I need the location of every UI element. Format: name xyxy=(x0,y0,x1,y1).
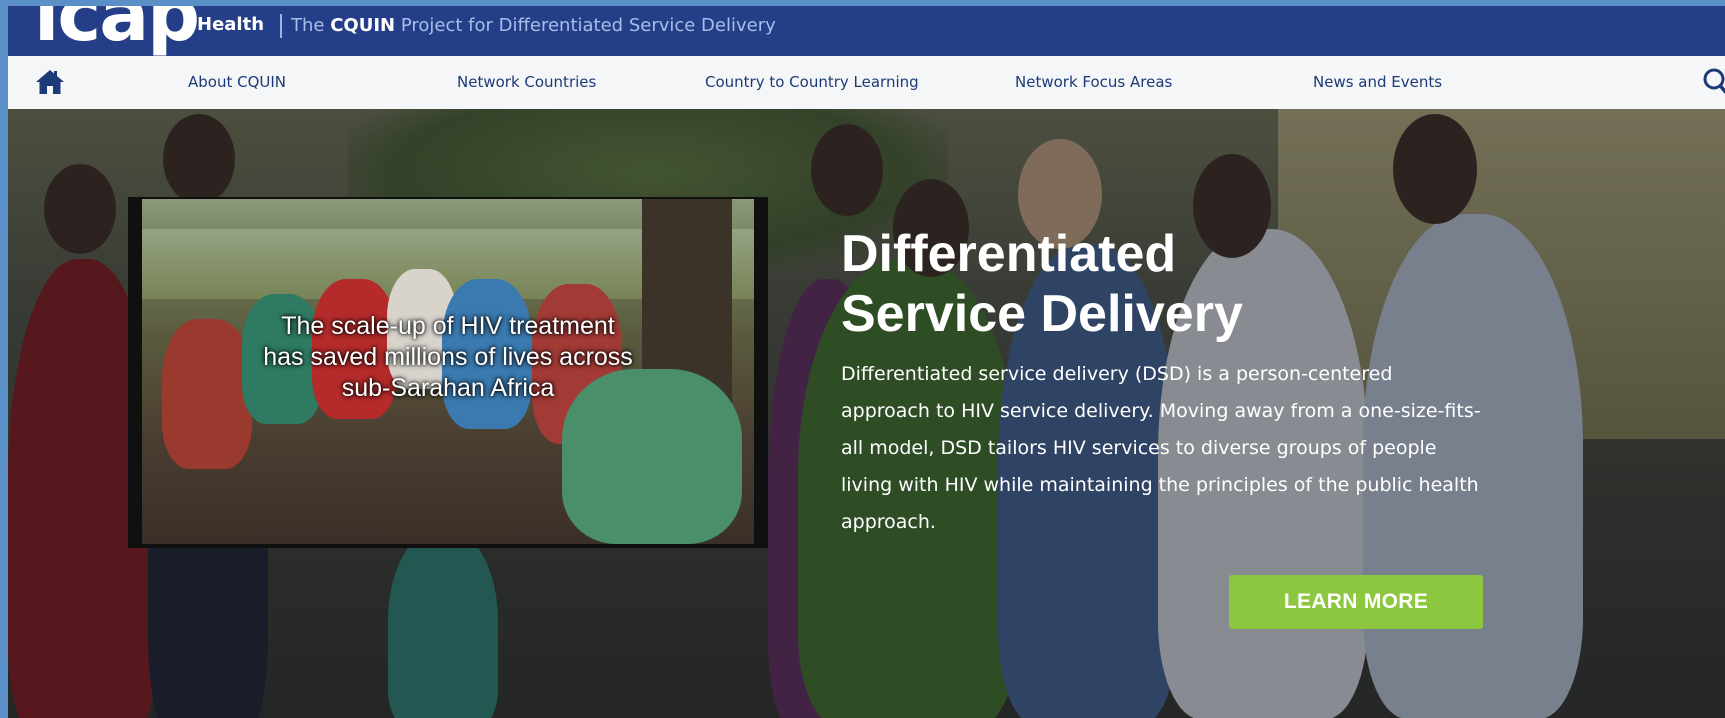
nav-about-cquin[interactable]: About CQUIN xyxy=(188,73,286,91)
hero-title: Differentiated Service Delivery xyxy=(841,224,1361,344)
nav-news-and-events[interactable]: News and Events xyxy=(1313,73,1442,91)
site-tagline: The CQUIN Project for Differentiated Ser… xyxy=(291,15,776,36)
icap-logo[interactable]: icap xyxy=(34,6,200,52)
hero-title-line1: Differentiated xyxy=(841,225,1177,283)
video-caption-line: has saved millions of lives across xyxy=(263,343,633,371)
home-icon[interactable] xyxy=(35,68,65,96)
nav-network-focus-areas[interactable]: Network Focus Areas xyxy=(1015,73,1172,91)
nav-network-countries[interactable]: Network Countries xyxy=(457,73,596,91)
brand-divider xyxy=(280,14,282,38)
video-caption-line: The scale-up of HIV treatment xyxy=(281,312,615,340)
tagline-rest: Project for Differentiated Service Deliv… xyxy=(400,15,776,36)
tagline-prefix: The xyxy=(291,15,325,36)
hero-banner: The scale-up of HIV treatment has saved … xyxy=(8,109,1725,718)
search-icon[interactable] xyxy=(1702,67,1725,97)
browser-viewport: icap Health The CQUIN Project for Differ… xyxy=(8,6,1725,718)
logo-subtext: Health xyxy=(197,14,265,35)
hero-title-line2: Service Delivery xyxy=(841,285,1243,343)
video-caption-line: sub-Sarahan Africa xyxy=(341,374,555,402)
learn-more-button[interactable]: LEARN MORE xyxy=(1229,575,1483,629)
video-player[interactable]: The scale-up of HIV treatment has saved … xyxy=(128,197,768,548)
nav-country-to-country-learning[interactable]: Country to Country Learning xyxy=(705,73,919,91)
main-nav: About CQUIN Network Countries Country to… xyxy=(8,56,1725,110)
video-caption: The scale-up of HIV treatment has saved … xyxy=(128,311,768,404)
tagline-cquin: CQUIN xyxy=(330,15,396,36)
hero-description: Differentiated service delivery (DSD) is… xyxy=(841,363,1481,533)
brand-bar: icap Health The CQUIN Project for Differ… xyxy=(8,6,1725,56)
